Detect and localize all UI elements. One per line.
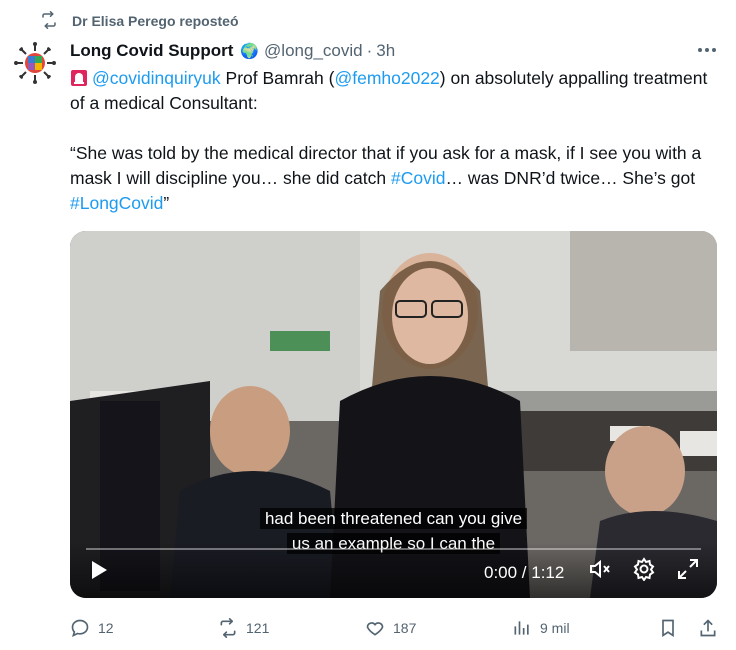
tweet-text: @covidinquiryuk Prof Bamrah (@femho2022)…: [70, 66, 710, 216]
views-count: 9 mil: [540, 620, 570, 636]
video-controls: 0:00 / 1:12: [70, 542, 717, 598]
mention-link[interactable]: @femho2022: [334, 68, 439, 88]
volume-button[interactable]: [588, 557, 612, 586]
reply-count: 12: [98, 620, 114, 636]
bookmark-icon: [662, 619, 674, 638]
repost-icon: [40, 10, 58, 32]
hashtag-link[interactable]: #LongCovid: [70, 193, 163, 213]
like-count: 187: [393, 620, 417, 636]
tweet-text-span: ”: [163, 193, 170, 213]
heart-icon: [366, 622, 384, 636]
volume-icon: [590, 559, 610, 579]
caption-text: had been threatened can you give: [259, 508, 528, 529]
video-progress-bar[interactable]: [86, 548, 701, 550]
views-icon: [514, 621, 529, 635]
views-button[interactable]: 9 mil: [512, 614, 570, 642]
globe-icon: 🌍: [240, 43, 260, 60]
tweet-text-span: … was DNR’d twice… She’s got: [445, 168, 696, 188]
play-icon: [92, 561, 107, 579]
siren-icon: [71, 70, 87, 86]
repost-count: 121: [246, 620, 270, 636]
repost-indicator[interactable]: Dr Elisa Perego reposteó: [40, 10, 239, 32]
tweet-actions: 12 121 187 9 mil: [70, 614, 720, 642]
share-icon: [700, 619, 716, 637]
fullscreen-button[interactable]: [676, 557, 700, 586]
video-caption-line: had been threatened can you give: [70, 508, 717, 529]
separator-dot: ·: [366, 41, 373, 60]
avatar[interactable]: [14, 42, 56, 84]
author-handle[interactable]: @long_covid: [264, 41, 363, 61]
author-name[interactable]: Long Covid Support: [70, 41, 233, 61]
repost-icon: [220, 618, 236, 638]
play-button[interactable]: [88, 559, 110, 586]
share-button[interactable]: [698, 614, 718, 642]
more-options-button[interactable]: [694, 40, 720, 60]
tweet-header: Long Covid Support 🌍 @long_covid · 3h: [70, 38, 716, 64]
repost-label: Dr Elisa Perego reposteó: [72, 13, 239, 29]
video-player[interactable]: had been threatened can you give us an e…: [70, 231, 717, 598]
repost-button[interactable]: 121: [218, 614, 269, 642]
tweet-time[interactable]: 3h: [376, 41, 395, 61]
bookmark-button[interactable]: [658, 614, 678, 642]
reply-button[interactable]: 12: [70, 614, 114, 642]
mention-link[interactable]: @covidinquiryuk: [92, 68, 221, 88]
fullscreen-icon: [678, 559, 698, 579]
settings-button[interactable]: [632, 557, 656, 586]
tweet-text-span: Prof Bamrah (: [220, 68, 335, 88]
reply-icon: [71, 619, 89, 638]
more-icon: [698, 48, 716, 52]
like-button[interactable]: 187: [365, 614, 416, 642]
video-time: 0:00 / 1:12: [484, 563, 565, 582]
gear-icon: [633, 557, 655, 582]
hashtag-link[interactable]: #Covid: [391, 168, 445, 188]
